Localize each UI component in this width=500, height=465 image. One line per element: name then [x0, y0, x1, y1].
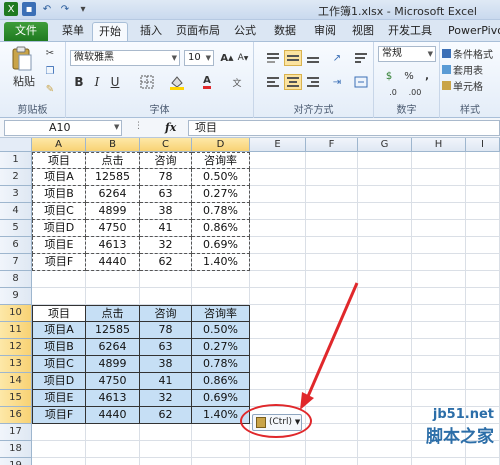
watermark-text: 脚本之家 — [426, 427, 494, 447]
watermark-url: jb51.net — [432, 407, 494, 422]
watermark: jb51.net 脚本之家 — [426, 407, 494, 447]
annotation-arrow — [300, 282, 359, 410]
annotation-ellipse — [240, 404, 312, 438]
